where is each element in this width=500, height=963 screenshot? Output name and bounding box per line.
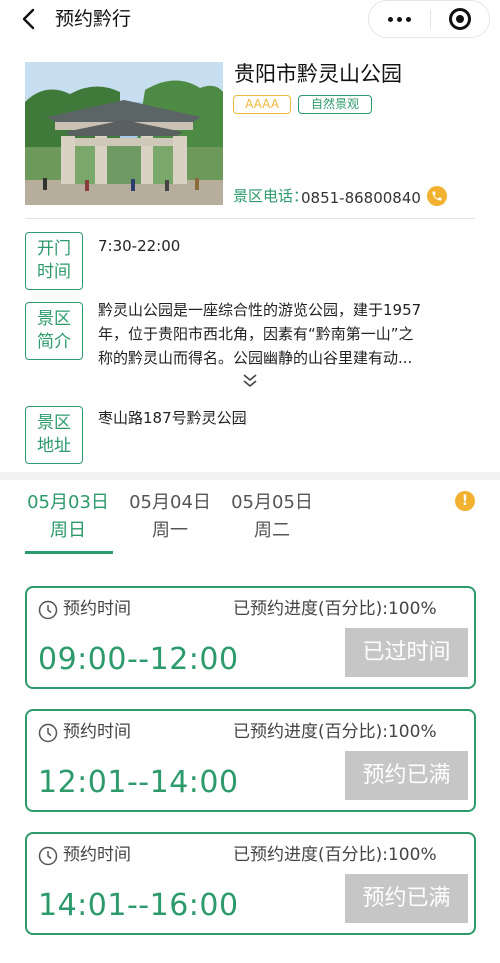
slot-label: 预约时间 (63, 599, 131, 619)
phone-number[interactable]: 0851-86800840 (301, 188, 421, 208)
intro-line: 年，位于贵阳市西北角，因素有“黔南第一山”之 (98, 325, 414, 343)
address-label: 景区 地址 (25, 406, 83, 464)
slot-label: 预约时间 (63, 722, 131, 742)
more-dots-icon[interactable] (369, 1, 430, 37)
info-alert-icon[interactable]: ! (455, 491, 475, 511)
active-tab-indicator (25, 551, 113, 554)
slot-time: 12:01--14:00 (38, 765, 239, 800)
double-chevron-down-icon[interactable] (241, 373, 259, 389)
slot-time: 14:01--16:00 (38, 888, 239, 923)
slot-status-button[interactable]: 预约已满 (345, 874, 468, 923)
mini-program-capsule (368, 0, 490, 38)
park-gate-photo (25, 62, 223, 205)
phone-label: 景区电话： (233, 187, 309, 205)
date-tab-0505[interactable]: 05月05日 周二 (226, 490, 318, 544)
nav-bar: 预约黔行 (0, 0, 500, 40)
tab-weekday: 周二 (254, 520, 290, 541)
slot-status-button[interactable]: 已过时间 (345, 628, 468, 677)
level-tag: AAAA (233, 95, 291, 114)
tab-weekday: 周日 (50, 520, 86, 541)
open-time-value: 7:30-22:00 (98, 237, 181, 255)
tab-date: 05月05日 (231, 492, 313, 513)
slot-progress: 已预约进度(百分比):100% (233, 722, 437, 742)
clock-icon (38, 600, 58, 620)
intro-line: 黔灵山公园是一座综合性的游览公园，建于1957 (98, 301, 422, 319)
date-tab-0503[interactable]: 05月03日 周日 (22, 490, 114, 544)
chevron-left-icon[interactable] (18, 7, 42, 31)
tab-date: 05月04日 (129, 492, 211, 513)
page-title: 预约黔行 (55, 8, 132, 30)
time-slot-card: 预约时间 已预约进度(百分比):100% 09:00--12:00 已过时间 (25, 586, 476, 689)
clock-icon (38, 723, 58, 743)
time-slot-card: 预约时间 已预约进度(百分比):100% 14:01--16:00 预约已满 (25, 832, 476, 935)
intro-label: 景区 简介 (25, 302, 83, 360)
target-close-icon[interactable] (431, 1, 489, 37)
section-separator (0, 472, 500, 480)
tab-weekday: 周一 (152, 520, 188, 541)
intro-text: 黔灵山公园是一座综合性的游览公园，建于1957 年，位于贵阳市西北角，因素有“黔… (98, 298, 478, 370)
clock-icon (38, 846, 58, 866)
date-tab-0504[interactable]: 05月04日 周一 (124, 490, 216, 544)
slot-progress: 已预约进度(百分比):100% (233, 599, 437, 619)
slot-time: 09:00--12:00 (38, 642, 239, 677)
category-tag: 自然景观 (298, 95, 372, 114)
tab-date: 05月03日 (27, 492, 109, 513)
time-slot-card: 预约时间 已预约进度(百分比):100% 12:01--14:00 预约已满 (25, 709, 476, 812)
slot-label: 预约时间 (63, 845, 131, 865)
slot-progress: 已预约进度(百分比):100% (233, 845, 437, 865)
address-value: 枣山路187号黔灵公园 (98, 409, 247, 427)
open-time-label: 开门 时间 (25, 232, 83, 290)
slot-status-button[interactable]: 预约已满 (345, 751, 468, 800)
intro-line: 称的黔灵山而得名。公园幽静的山谷里建有动... (98, 349, 413, 367)
info-divider (25, 218, 475, 219)
park-name: 贵阳市黔灵山公园 (234, 62, 402, 86)
phone-icon[interactable] (427, 186, 447, 206)
